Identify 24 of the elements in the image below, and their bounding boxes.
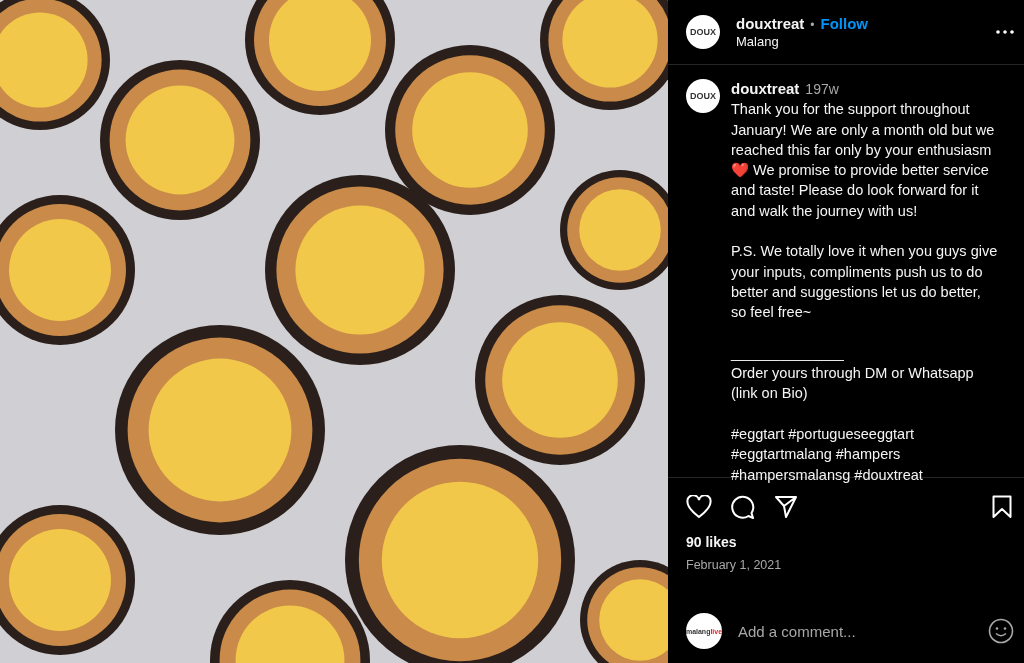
heart-icon[interactable]: [686, 495, 712, 519]
profile-avatar[interactable]: DOUX: [686, 15, 720, 49]
logo-text: DOUX: [690, 91, 716, 101]
likes-count[interactable]: 90 likes: [668, 528, 1024, 554]
logo-text: DOUX: [690, 27, 716, 37]
username[interactable]: douxtreat: [731, 79, 800, 100]
username[interactable]: douxtreat: [736, 15, 805, 32]
bookmark-icon[interactable]: [992, 495, 1012, 519]
post-age: 197w: [805, 80, 839, 99]
location-link[interactable]: Malang: [736, 34, 980, 49]
follow-link[interactable]: Follow: [820, 15, 869, 32]
emoji-icon[interactable]: [988, 618, 1014, 644]
caption-text: P.S. We totally love it when you guys give your inputs, compliments push us to do better and suggestions let us do better, so feel free~: [731, 242, 999, 323]
caption-text: Thank you for the support throughout January! We are only a month old but we reached this far only by your enthusiasm ❤ We promise to provide better service and taste! Please do look forward for it and walk the journey with us!: [731, 100, 996, 221]
profile-avatar[interactable]: DOUX: [686, 79, 720, 113]
comment-icon[interactable]: [730, 494, 756, 520]
post-date: February 1, 2021: [685, 557, 783, 574]
more-options-icon[interactable]: [996, 30, 1014, 34]
comment-field[interactable]: Add a comment...: [738, 618, 972, 644]
separator-dot: •: [810, 18, 815, 32]
caption-text: #eggtart #portugueseeggtart #eggtartmalang #hampers #hampersmalansg #douxtreat: [731, 425, 924, 485]
share-icon[interactable]: [774, 495, 798, 519]
caption-text: ______________: [731, 343, 845, 363]
caption-text: Order yours through DM or Whatsapp (link on Bio): [731, 364, 975, 404]
